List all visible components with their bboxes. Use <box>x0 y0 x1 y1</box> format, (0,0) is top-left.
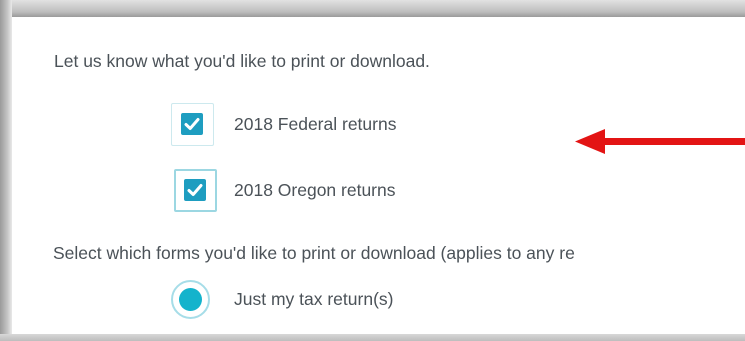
frame-left-edge <box>0 0 12 341</box>
print-options-panel: Let us know what you'd like to print or … <box>12 17 745 334</box>
oregon-returns-label[interactable]: 2018 Oregon returns <box>234 180 396 201</box>
just-my-tax-return-label[interactable]: Just my tax return(s) <box>234 289 393 310</box>
checkbox-checked-icon <box>184 179 206 201</box>
frame-top-edge <box>0 0 745 17</box>
just-my-tax-return-radio[interactable] <box>171 280 210 319</box>
federal-returns-checkbox[interactable] <box>171 103 214 146</box>
oregon-returns-checkbox[interactable] <box>174 169 217 212</box>
red-arrow-icon <box>575 129 745 154</box>
radio-selected-icon <box>179 288 202 311</box>
federal-returns-label[interactable]: 2018 Federal returns <box>234 114 396 135</box>
checkbox-checked-icon <box>181 113 203 135</box>
frame-bottom-edge <box>0 334 745 341</box>
print-intro-text: Let us know what you'd like to print or … <box>54 51 430 71</box>
screenshot-frame: Let us know what you'd like to print or … <box>0 0 745 341</box>
forms-prompt-text: Select which forms you'd like to print o… <box>53 243 575 263</box>
